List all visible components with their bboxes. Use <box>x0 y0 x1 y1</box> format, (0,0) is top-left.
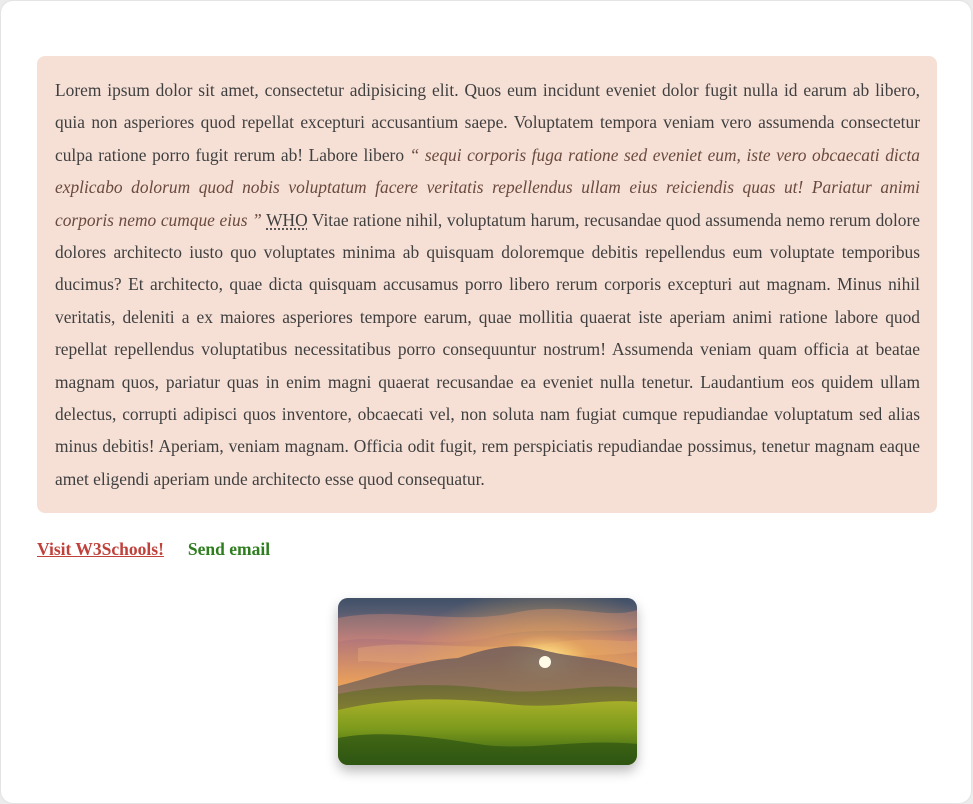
article-paragraph: Lorem ipsum dolor sit amet, consectetur … <box>55 74 920 495</box>
page-card: Lorem ipsum dolor sit amet, consectetur … <box>1 1 971 803</box>
article-box: Lorem ipsum dolor sit amet, consectetur … <box>37 56 937 513</box>
send-email-link[interactable]: Send email <box>188 539 270 559</box>
landscape-image <box>338 598 637 765</box>
visit-w3schools-link[interactable]: Visit W3Schools! <box>37 539 164 559</box>
article-text-rest: Vitae ratione nihil, voluptatum harum, r… <box>55 209 920 489</box>
who-abbreviation: WHO <box>266 209 308 230</box>
link-row: Visit W3Schools! Send email <box>37 539 270 560</box>
sunset-landscape-picture <box>338 598 637 765</box>
